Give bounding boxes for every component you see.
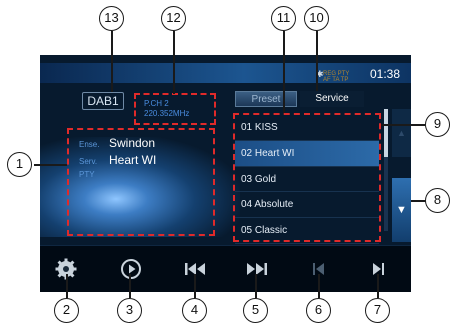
preset-channel-frequency: P.CH 2 220.352MHz	[134, 93, 216, 125]
callout-11: 11	[271, 6, 296, 31]
seek-back-button[interactable]	[180, 254, 212, 284]
list-item[interactable]: 01 KISS	[235, 115, 379, 141]
callout-leader-11	[283, 31, 285, 113]
bottom-control-bar	[40, 245, 411, 292]
callout-5: 5	[243, 298, 268, 323]
service-label: Serv.	[79, 157, 98, 166]
callout-6: 6	[306, 298, 331, 323]
callout-3: 3	[117, 298, 142, 323]
scroll-down-button[interactable]: ▼	[392, 178, 411, 242]
scroll-down-icon: ▼	[396, 204, 407, 216]
tab-preset[interactable]: Preset	[235, 91, 297, 107]
callout-10: 10	[304, 6, 329, 31]
station-info-panel: Ense. Swindon Serv. Heart WI PTY	[67, 128, 215, 236]
seek-back-icon	[185, 263, 205, 275]
scroll-up-button[interactable]: ▲	[392, 109, 411, 157]
callout-2: 2	[54, 298, 79, 323]
list-scrollbar[interactable]	[384, 109, 388, 231]
callout-12: 12	[161, 6, 186, 31]
clock: 01:38	[370, 67, 401, 81]
status-flags-line2: AF TA TP	[323, 77, 349, 83]
callout-leader-6	[318, 274, 320, 298]
callout-1: 1	[7, 152, 32, 177]
pty-label: PTY	[79, 170, 95, 179]
callout-leader-13	[111, 31, 113, 92]
callout-leader-4	[194, 274, 196, 298]
callout-8: 8	[425, 188, 450, 213]
callout-9: 9	[425, 112, 450, 137]
pty-row: PTY	[79, 170, 213, 187]
scrollbar-thumb[interactable]	[384, 109, 388, 157]
callout-leader-3	[129, 274, 131, 298]
callout-leader-9	[381, 124, 425, 126]
ensemble-row: Ense. Swindon	[79, 136, 213, 153]
ensemble-value: Swindon	[109, 136, 156, 150]
callout-leader-12	[173, 31, 175, 94]
list-item[interactable]: 04 Absolute	[235, 192, 379, 219]
service-value: Heart WI	[109, 153, 157, 167]
play-button[interactable]	[115, 254, 147, 284]
callout-7: 7	[365, 298, 390, 323]
band-indicator[interactable]: DAB1	[82, 92, 124, 110]
service-row: Serv. Heart WI	[79, 153, 213, 170]
top-status-strip	[40, 63, 411, 83]
scroll-up-icon: ▲	[397, 128, 406, 138]
list-item[interactable]: 03 Gold	[235, 167, 379, 193]
callout-leader-8	[411, 200, 426, 202]
ensemble-label: Ense.	[79, 140, 100, 149]
callout-4: 4	[182, 298, 207, 323]
callout-leader-7	[377, 274, 379, 298]
preset-channel: P.CH 2	[144, 99, 169, 108]
head-unit-screen: DAB1 P.CH 2 220.352MHz Ense. Swindon Ser…	[40, 55, 411, 292]
tab-service[interactable]: Service	[300, 91, 364, 107]
service-list: 01 KISS 02 Heart WI 03 Gold 04 Absolute …	[233, 113, 381, 244]
frequency: 220.352MHz	[144, 109, 190, 118]
callout-leader-2	[66, 274, 68, 298]
callout-leader-10	[316, 31, 318, 91]
callout-leader-1	[34, 164, 67, 166]
callout-13: 13	[99, 6, 124, 31]
callout-leader-5	[255, 274, 257, 298]
play-circle-icon	[121, 259, 141, 279]
status-flags: REG PTY AF TA TP	[323, 71, 349, 83]
list-item[interactable]: 02 Heart WI	[235, 140, 379, 167]
list-item[interactable]: 05 Classic	[235, 218, 379, 244]
